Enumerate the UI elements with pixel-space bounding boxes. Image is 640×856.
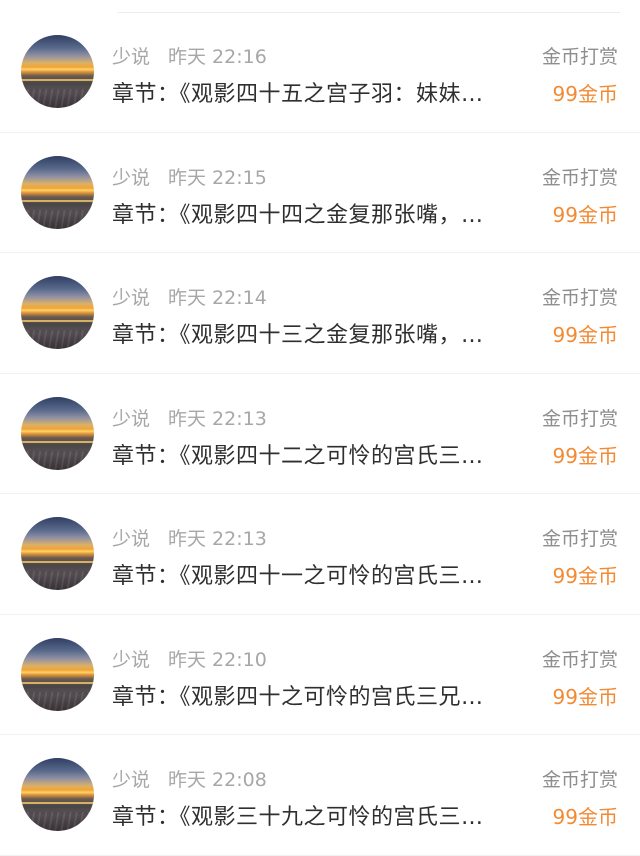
reward-type-label: 金币打赏	[541, 528, 618, 550]
reward-type-label: 金币打赏	[541, 648, 618, 671]
reward-record-list: 少说 昨天 22:16 章节：《观影四十五之宫子羽：妹妹… 金币打赏 99金币 少…	[0, 12, 640, 856]
record-time: 昨天 22:16	[168, 46, 267, 68]
user-name[interactable]: 少说	[112, 287, 150, 309]
user-avatar-sunset-image[interactable]	[21, 396, 94, 470]
record-time: 昨天 22:10	[168, 648, 267, 671]
reward-amount: 99金币	[552, 443, 618, 468]
user-name[interactable]: 少说	[112, 769, 150, 791]
chapter-title[interactable]: 章节：《观影三十九之可怜的宫氏三…	[112, 799, 522, 831]
record-meta: 少说 昨天 22:10	[112, 645, 267, 672]
record-time: 昨天 22:13	[168, 528, 267, 550]
user-name[interactable]: 少说	[112, 167, 150, 189]
reward-amount: 99金币	[552, 805, 618, 829]
reward-record-item[interactable]: 少说 昨天 22:15 章节：《观影四十四之金复那张嘴，… 金币打赏 99金币	[0, 133, 640, 253]
record-meta: 少说 昨天 22:08	[112, 765, 267, 792]
user-avatar-sunset-image[interactable]	[21, 758, 94, 831]
chapter-title[interactable]: 章节：《观影四十三之金复那张嘴，…	[112, 317, 522, 349]
user-name[interactable]: 少说	[112, 46, 150, 68]
user-avatar-sunset-image[interactable]	[21, 155, 94, 229]
reward-amount: 99金币	[552, 202, 618, 227]
record-meta: 少说 昨天 22:14	[112, 283, 267, 310]
reward-amount: 99金币	[552, 564, 618, 588]
reward-record-item[interactable]: 少说 昨天 22:16 章节：《观影四十五之宫子羽：妹妹… 金币打赏 99金币	[0, 12, 640, 133]
record-meta: 少说 昨天 22:15	[112, 163, 267, 190]
chapter-title[interactable]: 章节：《观影四十之可怜的宫氏三兄…	[112, 679, 522, 711]
chapter-title[interactable]: 章节：《观影四十一之可怜的宫氏三…	[112, 558, 522, 590]
chapter-title[interactable]: 章节：《观影四十四之金复那张嘴，…	[112, 197, 522, 229]
record-time: 昨天 22:08	[168, 769, 267, 791]
record-time: 昨天 22:15	[168, 166, 267, 189]
record-meta: 少说 昨天 22:16	[112, 42, 267, 69]
reward-amount: 99金币	[552, 684, 618, 709]
reward-amount: 99金币	[552, 82, 618, 106]
reward-type-label: 金币打赏	[541, 407, 618, 430]
reward-record-item[interactable]: 少说 昨天 22:08 章节：《观影三十九之可怜的宫氏三… 金币打赏 99金币	[0, 735, 640, 856]
user-avatar-sunset-image[interactable]	[21, 35, 94, 108]
user-name[interactable]: 少说	[112, 408, 150, 430]
record-time: 昨天 22:14	[168, 287, 267, 309]
reward-record-item[interactable]: 少说 昨天 22:13 章节：《观影四十一之可怜的宫氏三… 金币打赏 99金币	[0, 494, 640, 615]
reward-amount: 99金币	[552, 323, 618, 347]
reward-type-label: 金币打赏	[541, 769, 618, 791]
chapter-title[interactable]: 章节：《观影四十二之可怜的宫氏三…	[112, 438, 522, 470]
record-meta: 少说 昨天 22:13	[112, 404, 267, 431]
user-avatar-sunset-image[interactable]	[21, 276, 94, 349]
user-avatar-sunset-image[interactable]	[21, 637, 94, 711]
reward-type-label: 金币打赏	[541, 46, 618, 68]
chapter-title[interactable]: 章节：《观影四十五之宫子羽：妹妹…	[112, 76, 522, 108]
reward-type-label: 金币打赏	[541, 287, 618, 309]
reward-record-item[interactable]: 少说 昨天 22:13 章节：《观影四十二之可怜的宫氏三… 金币打赏 99金币	[0, 374, 640, 494]
user-name[interactable]: 少说	[112, 528, 150, 550]
reward-record-item[interactable]: 少说 昨天 22:10 章节：《观影四十之可怜的宫氏三兄… 金币打赏 99金币	[0, 615, 640, 735]
record-meta: 少说 昨天 22:13	[112, 524, 267, 551]
record-time: 昨天 22:13	[168, 407, 267, 430]
reward-type-label: 金币打赏	[541, 166, 618, 189]
user-name[interactable]: 少说	[112, 649, 150, 671]
user-avatar-sunset-image[interactable]	[21, 517, 94, 590]
reward-record-item[interactable]: 少说 昨天 22:14 章节：《观影四十三之金复那张嘴，… 金币打赏 99金币	[0, 253, 640, 374]
